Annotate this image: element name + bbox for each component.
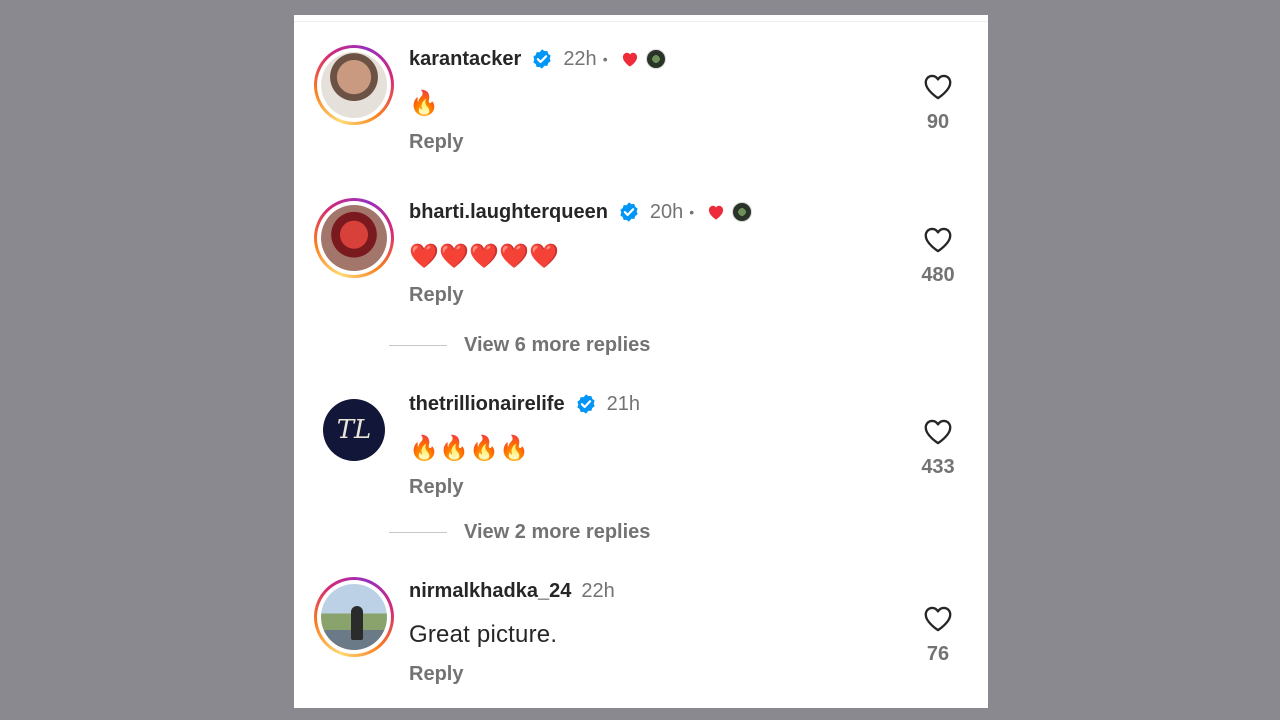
timestamp: 20h [649,200,684,223]
author-avatar [732,202,753,222]
like-control: 90 [920,73,956,134]
like-count: 480 [921,264,955,286]
heart-outline-icon[interactable] [922,605,954,633]
comment-item: bharti.laughterqueen 20h • ❤️❤️❤️❤️❤️ Re… [294,198,988,328]
avatar[interactable] [321,584,387,650]
heart-outline-icon[interactable] [922,73,954,101]
separator-dot: • [689,204,695,220]
comment-meta: bharti.laughterqueen 20h • [409,198,753,226]
story-ring[interactable] [314,577,394,657]
liked-by-author [620,49,666,69]
comment-meta: thetrillionairelife 21h [409,390,640,418]
reply-button[interactable]: Reply [409,476,463,499]
username[interactable]: bharti.laughterqueen [409,201,608,224]
view-more-replies[interactable]: View 2 more replies [389,518,650,546]
like-control: 480 [920,226,956,287]
verified-badge-icon [533,49,551,69]
reply-thread-line [389,344,447,346]
view-more-label[interactable]: View 2 more replies [464,521,650,544]
story-ring[interactable] [314,45,394,125]
heart-filled-icon [709,205,724,220]
comment-text: ❤️❤️❤️❤️❤️ [409,243,560,270]
comment-item: nirmalkhadka_24 22h Great picture. Reply… [294,577,988,707]
timestamp: 22h [563,47,597,70]
separator-dot: • [602,51,608,67]
avatar[interactable]: TL [323,399,385,461]
timestamp: 21h [606,392,640,415]
heart-filled-icon [622,52,637,67]
reply-button[interactable]: Reply [409,663,463,686]
timestamp: 22h [581,579,615,602]
reply-button[interactable]: Reply [409,131,463,154]
avatar-figure [351,606,363,640]
story-ring[interactable] [314,198,394,278]
heart-outline-icon[interactable] [922,226,954,254]
avatar[interactable] [321,205,387,271]
comment-text: 🔥 [409,90,440,117]
view-more-replies[interactable]: View 6 more replies [389,331,650,359]
like-count: 90 [926,111,950,133]
reply-button[interactable]: Reply [409,284,463,307]
author-avatar [645,49,666,69]
verified-badge-icon [620,202,638,222]
like-control: 76 [920,605,956,666]
heart-outline-icon[interactable] [922,418,954,446]
username[interactable]: thetrillionairelife [409,393,565,416]
comment-item: TL thetrillionairelife 21h 🔥🔥🔥🔥 Reply 43… [294,390,988,520]
avatar-frame[interactable]: TL [314,390,394,470]
comment-text: Great picture. [409,621,558,648]
divider [294,21,988,22]
reply-thread-line [389,531,447,533]
like-control: 433 [920,418,956,479]
comment-item: karantacker 22h • 🔥 Reply 90 [294,45,988,175]
comment-meta: nirmalkhadka_24 22h [409,577,615,605]
comment-text: 🔥🔥🔥🔥 [409,435,530,462]
verified-badge-icon [576,394,595,414]
avatar[interactable] [321,52,387,118]
like-count: 76 [926,643,950,665]
comment-meta: karantacker 22h • [409,45,666,73]
username[interactable]: nirmalkhadka_24 [409,580,571,603]
view-more-label[interactable]: View 6 more replies [464,334,650,357]
comments-panel: karantacker 22h • 🔥 Reply 90 bharti.laug… [294,15,988,708]
like-count: 433 [921,456,955,478]
liked-by-author [706,202,753,222]
username[interactable]: karantacker [409,48,521,71]
